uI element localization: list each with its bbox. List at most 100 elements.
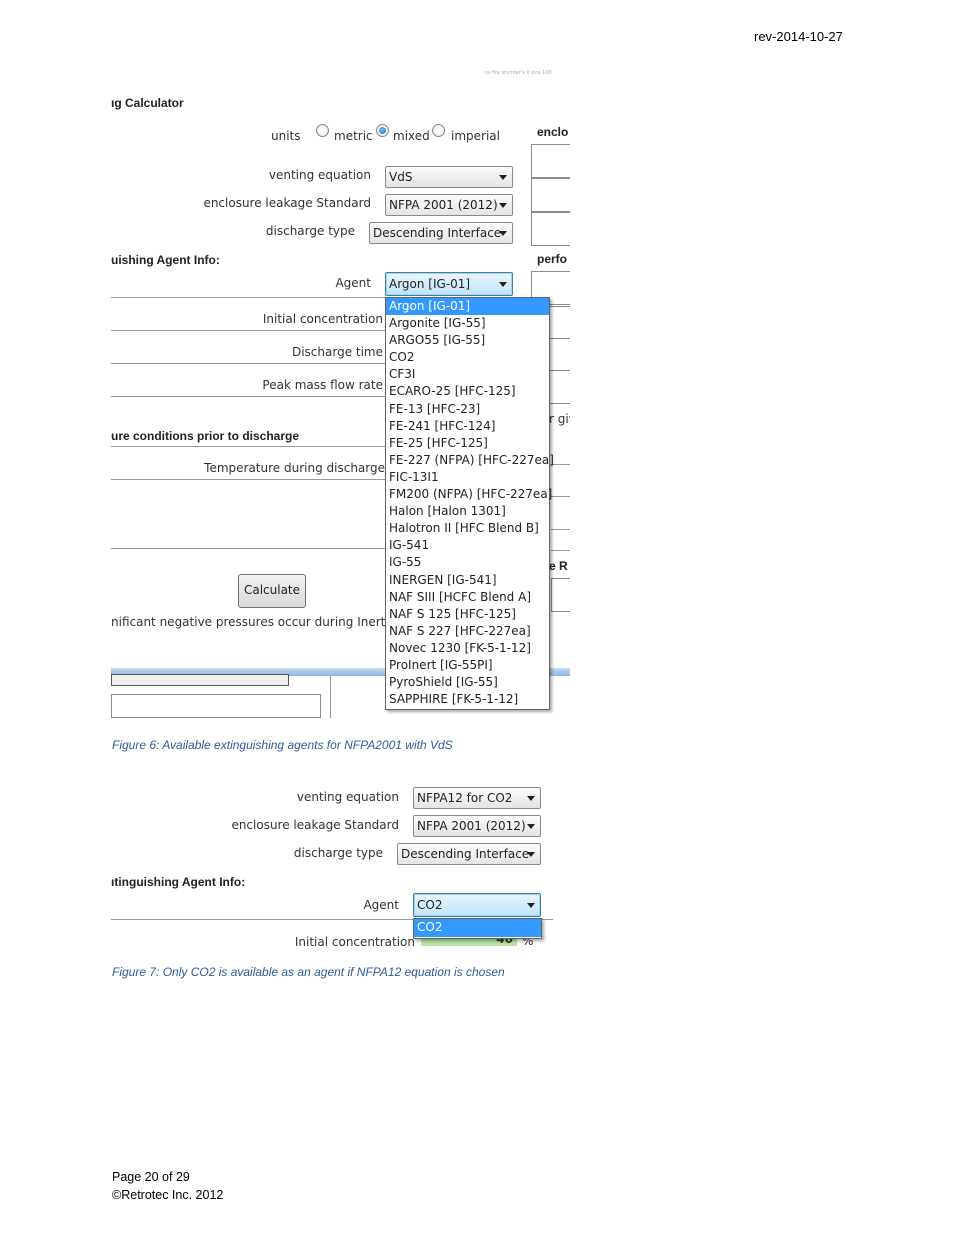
dropdown-option[interactable]: FE-25 [HFC-125]: [386, 435, 549, 452]
leakage-standard-label: enclosure leakage Standard: [203, 196, 371, 210]
venting-equation-select[interactable]: NFPA12 for CO2: [413, 787, 541, 809]
units-mixed-radio[interactable]: [376, 124, 389, 137]
faint-window-title: ra fire srvmter's ii iora 100: [485, 70, 552, 76]
venting-equation-select[interactable]: VdS: [385, 166, 513, 188]
dropdown-option[interactable]: Argon [IG-01]: [386, 298, 549, 316]
figure-6-caption: Figure 6: Available extinguishing agents…: [112, 738, 453, 752]
dropdown-option[interactable]: FE-227 (NFPA) [HFC-227ea]: [386, 452, 554, 469]
venting-equation-label: venting equation: [296, 790, 399, 804]
discharge-time-label: Discharge time: [291, 345, 383, 359]
chevron-down-icon: [527, 796, 535, 801]
venting-equation-label: venting equation: [268, 168, 371, 182]
dropdown-option[interactable]: INERGEN [IG-541]: [386, 572, 549, 589]
discharge-type-value: Descending Interface: [373, 226, 502, 240]
figure-7-screenshot: venting equation NFPA12 for CO2 enclosur…: [111, 780, 553, 946]
dropdown-option[interactable]: ECARO-25 [HFC-125]: [386, 383, 549, 400]
dropdown-option[interactable]: PyroShield [IG-55]: [386, 674, 549, 691]
agent-dropdown-list[interactable]: Argon [IG-01] Argonite [IG-55] ARGO55 [IG-…: [385, 297, 554, 710]
units-imperial-radio[interactable]: [432, 124, 445, 137]
leakage-standard-label: enclosure leakage Standard: [231, 818, 399, 832]
dropdown-option[interactable]: ProInert [IG-55PI]: [386, 657, 549, 674]
dropdown-option[interactable]: SAPPHIRE [FK-5-1-12]: [386, 691, 549, 708]
section-agent-info-heading: uishing Agent Info:: [111, 253, 220, 267]
panel-divider: [330, 676, 331, 718]
performance-column-heading: perfo: [537, 252, 567, 266]
chevron-down-icon: [527, 852, 535, 857]
row-divider: [111, 479, 386, 480]
agent-select[interactable]: Argon [IG-01]: [385, 272, 513, 296]
dropdown-option[interactable]: CO2: [414, 919, 541, 937]
row-divider: [551, 496, 570, 497]
section-pressure-heading: ure conditions prior to discharge: [111, 429, 300, 443]
agent-select[interactable]: CO2: [413, 893, 541, 917]
figure-7-caption: Figure 7: Only CO2 is available as an ag…: [112, 965, 505, 979]
row-divider: [551, 529, 570, 530]
agent-label: Agent: [335, 276, 371, 290]
dropdown-option[interactable]: ARGO55 [IG-55]: [386, 332, 549, 349]
leakage-standard-select[interactable]: NFPA 2001 (2012): [385, 194, 513, 216]
dropdown-option[interactable]: FE-13 [HFC-23]: [386, 401, 549, 418]
row-divider: [111, 330, 386, 331]
dropdown-option[interactable]: FE-241 [HFC-124]: [386, 418, 549, 435]
venting-equation-value: VdS: [389, 170, 413, 184]
results-field[interactable]: [551, 578, 570, 612]
dropdown-option[interactable]: FIC-13I1: [386, 469, 549, 486]
agent-dropdown-list[interactable]: CO2: [413, 918, 542, 939]
agent-value: Argon [IG-01]: [389, 277, 471, 291]
leakage-standard-value: NFPA 2001 (2012): [389, 198, 498, 212]
dropdown-option[interactable]: IG-541: [386, 537, 549, 554]
dropdown-option[interactable]: NAF SIII [HCFC Blend A]: [386, 589, 549, 606]
row-divider: [111, 363, 386, 364]
units-imperial-label: imperial: [451, 129, 500, 143]
row-divider: [111, 297, 386, 298]
units-metric-label: metric: [334, 129, 373, 143]
enclosure-field-2[interactable]: [531, 178, 570, 212]
results-partial-heading: e R: [549, 559, 568, 573]
row-divider: [111, 446, 386, 447]
leakage-standard-value: NFPA 2001 (2012): [417, 819, 526, 833]
calculate-button[interactable]: Calculate: [238, 574, 306, 608]
discharge-type-label: discharge type: [265, 224, 355, 238]
dropdown-option[interactable]: Novec 1230 [FK-5-1-12]: [386, 640, 549, 657]
dropdown-option[interactable]: CF3I: [386, 366, 549, 383]
chevron-down-icon: [527, 903, 535, 908]
temperature-label: Temperature during discharge: [204, 461, 385, 475]
row-divider: [111, 548, 386, 549]
dropdown-option[interactable]: CO2: [386, 349, 549, 366]
chevron-down-icon: [499, 175, 507, 180]
chevron-down-icon: [499, 282, 507, 287]
discharge-type-select[interactable]: Descending Interface: [397, 843, 541, 865]
dropdown-option[interactable]: FM200 (NFPA) [HFC-227ea]: [386, 486, 552, 503]
negative-pressure-text: nificant negative pressures occur during…: [111, 615, 405, 629]
dropdown-option[interactable]: NAF S 125 [HFC-125]: [386, 606, 549, 623]
section-agent-info-heading: ıtinguishing Agent Info:: [111, 875, 246, 889]
units-metric-radio[interactable]: [316, 124, 329, 137]
scroll-track[interactable]: [111, 674, 289, 686]
figure-6-screenshot: ra fire srvmter's ii iora 100 ıg Calcula…: [111, 62, 570, 718]
revision-label: rev-2014-10-27: [754, 29, 843, 44]
page-number: Page 20 of 29: [112, 1170, 190, 1184]
leakage-standard-select[interactable]: NFPA 2001 (2012): [413, 815, 541, 837]
peak-mass-flow-label: Peak mass flow rate: [262, 378, 383, 392]
dropdown-option[interactable]: Halon [Halon 1301]: [386, 503, 549, 520]
copyright: ©Retrotec Inc. 2012: [112, 1188, 224, 1202]
given-partial-label: r giv: [549, 412, 570, 426]
dropdown-option[interactable]: Argonite [IG-55]: [386, 315, 549, 332]
enclosure-field-3[interactable]: [531, 212, 570, 246]
dropdown-option[interactable]: NAF S 227 [HFC-227ea]: [386, 623, 549, 640]
agent-value: CO2: [417, 898, 443, 912]
lower-field[interactable]: [111, 694, 321, 718]
row-divider: [111, 396, 386, 397]
dropdown-option[interactable]: IG-55: [386, 554, 549, 571]
initial-concentration-label: Initial concentration: [262, 312, 383, 326]
discharge-type-label: discharge type: [293, 846, 383, 860]
enclosure-field-1[interactable]: [531, 144, 570, 178]
initial-concentration-label: Initial concentration: [294, 935, 415, 946]
section-calculator-heading: ıg Calculator: [111, 96, 184, 110]
dropdown-option[interactable]: Halotron II [HFC Blend B]: [386, 520, 549, 537]
units-label: units: [271, 129, 301, 143]
discharge-type-select[interactable]: Descending Interface: [369, 222, 513, 244]
discharge-type-value: Descending Interface: [401, 847, 530, 861]
chevron-down-icon: [499, 231, 507, 236]
chevron-down-icon: [499, 203, 507, 208]
